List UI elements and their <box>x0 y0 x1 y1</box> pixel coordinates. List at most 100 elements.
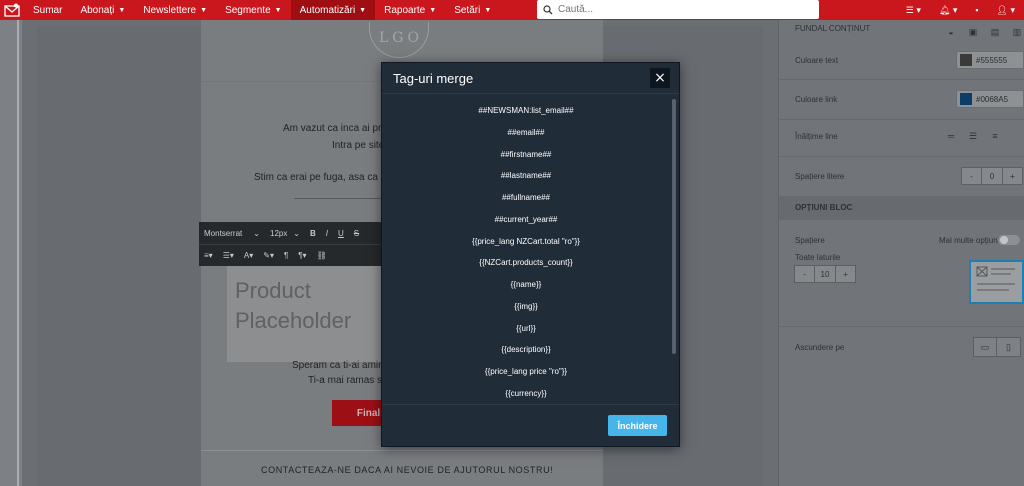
user-icon[interactable]: 👤︎ ▾ <box>988 0 1024 20</box>
search-input[interactable] <box>558 4 808 15</box>
color-swatch <box>960 54 972 66</box>
nav-item-automatizari[interactable]: Automatizări ▼ <box>290 0 376 20</box>
merge-tag-item[interactable]: ##firstname## <box>382 150 670 159</box>
caret-down-icon: ▼ <box>200 6 208 14</box>
panel-divider <box>779 79 1024 80</box>
stepper-value[interactable]: 0 <box>981 168 1003 184</box>
italic-button[interactable]: I <box>321 222 333 244</box>
link-color-picker[interactable]: #0068A5 <box>956 90 1024 108</box>
modal-header: Tag-uri merge × <box>382 63 679 94</box>
font-size-select[interactable]: 12px ⌄ <box>265 222 305 244</box>
strikethrough-button[interactable]: S <box>349 222 364 244</box>
list-menu-icon[interactable]: ☰ ▾ <box>897 0 930 20</box>
more-icon[interactable]: ▥ <box>1006 24 1024 40</box>
nav-label: Segmente <box>225 4 271 16</box>
merge-tag-item[interactable]: {{currency}} <box>382 389 670 398</box>
more-options-toggle[interactable] <box>998 235 1020 245</box>
minus-icon[interactable]: - <box>795 266 814 282</box>
modal-title: Tag-uri merge <box>393 71 474 86</box>
desktop-icon[interactable]: ▭ <box>974 338 998 356</box>
merge-tag-item[interactable]: ##fullname## <box>382 193 670 202</box>
unordered-list-icon[interactable]: ☰▾ <box>218 245 239 267</box>
merge-tag-item[interactable]: ##current_year## <box>382 215 670 224</box>
close-button[interactable]: Închidere <box>608 415 667 436</box>
nav-item-sumar[interactable]: Sumar <box>24 0 71 20</box>
spacing-label: Spațiere <box>795 236 825 245</box>
email-text-line: Ti-a mai ramas s <box>308 375 383 386</box>
toolbar-row: ≡▾ ☰▾ A▾ ✎▾ ¶ ¶▾ ⛓ <box>199 244 381 266</box>
gutter-line <box>17 20 19 486</box>
spacing-preview-icon <box>976 266 1015 291</box>
underline-button[interactable]: U <box>333 222 349 244</box>
email-text-line: Intra pe site <box>332 140 385 151</box>
nav-label: Abonați <box>80 4 115 16</box>
nav-right-icons: ☰ ▾ 🔔︎ ▾ ▪ 👤︎ ▾ <box>897 0 1024 20</box>
merge-tag-item[interactable]: {{description}} <box>382 345 670 354</box>
email-logo-text: LGO <box>379 30 423 46</box>
panel-divider <box>779 119 1024 120</box>
layers-icon[interactable]: ▤ <box>984 24 1006 40</box>
email-footer-divider <box>201 450 603 451</box>
merge-tag-item[interactable]: {{price_lang price "ro"}} <box>382 367 670 376</box>
plus-icon[interactable]: + <box>836 266 855 282</box>
link-icon[interactable]: ⛓ <box>312 245 332 267</box>
mobile-icon[interactable]: ▯ <box>997 338 1020 356</box>
search-icon <box>543 4 553 14</box>
merge-tag-item[interactable]: {{NZCart.products_count}} <box>382 258 670 267</box>
more-options-label: Mai multe opțiuni <box>939 236 1000 245</box>
merge-tag-item[interactable]: ##NEWSMAN:list_email## <box>382 106 670 115</box>
ordered-list-icon[interactable]: ≡▾ <box>199 245 218 267</box>
merge-tag-item[interactable]: {{name}} <box>382 280 670 289</box>
nav-item-segmente[interactable]: Segmente ▼ <box>216 0 291 20</box>
bold-button[interactable]: B <box>305 222 321 244</box>
stepper-value[interactable]: 10 <box>814 266 836 282</box>
text-color-picker[interactable]: #555555 <box>956 51 1024 69</box>
nav-item-rapoarte[interactable]: Rapoarte ▼ <box>375 0 445 20</box>
modal-body: ##NEWSMAN:list_email## ##email## ##first… <box>382 95 679 403</box>
merge-tag-item[interactable]: {{url}} <box>382 324 670 333</box>
plus-icon[interactable]: + <box>1003 168 1022 184</box>
link-color-label: Culoare link <box>795 95 838 104</box>
top-navbar: Sumar Abonați ▼ Newslettere ▼ Segmente ▼ Au… <box>0 0 1024 20</box>
chevron-down-icon: ⌄ <box>293 228 300 238</box>
all-sides-label: Toate laturile <box>795 253 841 262</box>
merge-tag-item[interactable]: ##email## <box>382 128 670 137</box>
merge-tag-item[interactable]: {{img}} <box>382 302 670 311</box>
modal-scrollbar[interactable] <box>672 99 676 354</box>
line-height-small-icon[interactable]: ═ <box>940 128 962 144</box>
line-height-label: Înălțime line <box>795 132 838 141</box>
nav-label: Rapoarte <box>384 4 426 16</box>
merge-tag-item[interactable]: {{price_lang NZCart.total "ro"}} <box>382 237 670 246</box>
align-tools: ◒ ▣ ▤ ▥ <box>940 24 1024 40</box>
font-family-select[interactable]: Montserrat ⌄ <box>199 222 265 244</box>
nav-item-abonati[interactable]: Abonați ▼ <box>71 0 134 20</box>
minus-icon[interactable]: - <box>962 168 981 184</box>
envelope-logo-icon <box>4 3 20 17</box>
close-icon[interactable]: × <box>650 68 670 88</box>
line-height-large-icon[interactable]: ≡ <box>984 128 1006 144</box>
merge-tag-item[interactable]: ##lastname## <box>382 171 670 180</box>
highlight-icon[interactable]: ✎▾ <box>258 245 279 267</box>
bell-icon[interactable]: 🔔︎ ▾ <box>930 0 966 20</box>
rtl-icon[interactable]: ¶ <box>279 245 293 267</box>
all-sides-stepper[interactable]: - 10 + <box>794 265 856 283</box>
line-height-medium-icon[interactable]: ☰ <box>962 128 984 144</box>
text-color-icon[interactable]: A▾ <box>239 245 258 267</box>
email-text-line: Speram ca ti-ai amin <box>292 360 384 371</box>
text-color-label: Culoare text <box>795 56 839 65</box>
newsman-logo[interactable] <box>0 0 24 20</box>
letter-spacing-stepper[interactable]: - 0 + <box>961 167 1023 185</box>
merge-tags-modal: Tag-uri merge × ##NEWSMAN:list_email## #… <box>381 62 680 447</box>
paint-icon[interactable]: ◒ <box>940 24 962 40</box>
spacing-preview-thumbnail <box>969 260 1024 304</box>
email-text-line: Am vazut ca inca ai pr <box>283 123 382 134</box>
block-options-label: OPȚIUNI BLOC <box>795 203 853 212</box>
chat-icon[interactable]: ▪ <box>966 0 987 20</box>
image-icon[interactable]: ▣ <box>962 24 984 40</box>
nav-item-newslettere[interactable]: Newslettere ▼ <box>134 0 216 20</box>
email-footer-text: CONTACTEAZA-NE DACA AI NEVOIE DE AJUTORU… <box>261 465 554 475</box>
chevron-down-icon: ⌄ <box>253 228 260 238</box>
nav-item-setari[interactable]: Setări ▼ <box>445 0 500 20</box>
placeholder-text: Product <box>235 278 311 303</box>
ltr-icon[interactable]: ¶▾ <box>293 245 311 267</box>
